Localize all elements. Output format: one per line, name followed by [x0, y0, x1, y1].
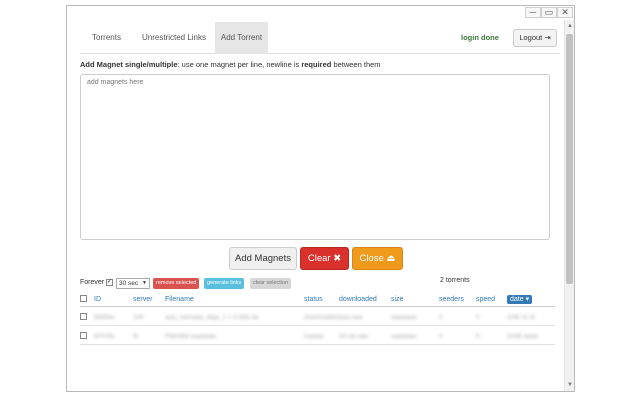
vertical-scrollbar[interactable]: ▲ ▼	[564, 20, 574, 391]
cell-downloaded: aaa aaa	[339, 314, 363, 321]
magnet-label-title: Add Magnet single/multiple	[80, 60, 178, 69]
magnet-instructions: Add Magnet single/multiple: use one magn…	[80, 60, 381, 69]
forever-checkbox[interactable]: ✓	[106, 279, 113, 286]
table-row[interactable]: lb7m5v lb Fbbnfdd aaaaaaa lnaaaa 4A aa a…	[80, 327, 555, 345]
cell-filename: aaa_namaaa_aiqa_1 1 6 bbb aa	[165, 314, 259, 321]
magnet-label-text: : use one magnet per line, newline is	[177, 60, 302, 69]
cell-speed: 0	[476, 333, 480, 340]
cell-id: lbfd0ec	[94, 314, 115, 321]
generate-links-button[interactable]: generate links	[204, 278, 245, 289]
scroll-down-icon[interactable]: ▼	[566, 381, 574, 389]
eject-icon: ⏏	[386, 253, 396, 264]
table-header: ID server Filename status downloaded siz…	[80, 291, 555, 307]
cell-seeders: 0	[439, 314, 443, 321]
tab-unrestricted-links[interactable]: Unrestricted Links	[133, 22, 215, 54]
cell-date: 1/48 11 lb	[507, 314, 536, 321]
cell-server: 140	[133, 314, 144, 321]
close-window-icon[interactable]: ✕	[557, 7, 573, 18]
col-filename[interactable]: Filename	[165, 296, 194, 303]
col-seeders[interactable]: seeders	[439, 296, 464, 303]
scrollbar-thumb[interactable]	[566, 34, 573, 284]
col-server[interactable]: server	[133, 296, 152, 303]
table-row[interactable]: lbfd0ec 140 aaa_namaaa_aiqa_1 1 6 bbb aa…	[80, 308, 555, 326]
clear-selection-button[interactable]: clear selection	[250, 278, 292, 289]
logout-icon: ⇥	[544, 33, 551, 42]
magnet-input[interactable]	[80, 74, 550, 240]
close-label: Close	[359, 253, 384, 264]
cell-status: downloaded	[304, 314, 340, 321]
col-id[interactable]: ID	[94, 296, 101, 303]
login-status: login done	[461, 33, 499, 42]
cell-server: lb	[133, 333, 139, 340]
torrent-count: 2 torrents	[440, 277, 470, 284]
x-icon: ✖	[333, 253, 342, 264]
cell-id: lb7m5v	[94, 333, 115, 340]
col-status[interactable]: status	[304, 296, 323, 303]
maximize-icon[interactable]: ▭	[541, 7, 557, 18]
clear-label: Clear	[307, 253, 331, 264]
col-date-label: date	[510, 296, 524, 303]
remove-selected-button[interactable]: remove selected	[153, 278, 200, 289]
magnet-label-suffix: between them	[331, 60, 381, 69]
title-bar: ─ ▭ ✕	[67, 6, 574, 20]
cell-size: aaaaaaa	[391, 333, 417, 340]
forever-label: Forever	[80, 279, 105, 286]
add-magnets-button[interactable]: Add Magnets	[229, 247, 297, 270]
logout-button[interactable]: Logout ⇥	[513, 29, 557, 47]
close-button[interactable]: Close ⏏	[352, 247, 403, 270]
interval-select[interactable]: 30 sec ▼	[116, 278, 150, 289]
minimize-icon[interactable]: ─	[525, 7, 541, 18]
interval-value: 30 sec	[119, 280, 139, 287]
browser-window: ─ ▭ ✕ ▲ ▼ Torrents Unrestricted Links Ad…	[66, 5, 575, 392]
logout-label: Logout	[519, 33, 543, 42]
col-downloaded[interactable]: downloaded	[339, 296, 377, 303]
top-nav: Torrents Unrestricted Links Add Torrent …	[80, 22, 560, 54]
cell-filename: Fbbnfdd aaaaaaa	[165, 333, 216, 340]
row-checkbox[interactable]	[80, 313, 87, 320]
select-all-checkbox[interactable]	[80, 295, 87, 302]
cell-downloaded: 4A aa aaa	[339, 333, 369, 340]
scroll-up-icon[interactable]: ▲	[566, 22, 574, 30]
cell-speed: 0	[476, 314, 480, 321]
clear-button[interactable]: Clear ✖	[300, 247, 349, 270]
add-magnets-label: Add Magnets	[235, 253, 291, 264]
cell-status: lnaaaa	[304, 333, 324, 340]
cell-size: aaaaaaa	[391, 314, 417, 321]
col-date[interactable]: date ▾	[507, 295, 533, 304]
row-checkbox[interactable]	[80, 332, 87, 339]
col-speed[interactable]: speed	[476, 296, 495, 303]
tab-torrents[interactable]: Torrents	[80, 22, 133, 54]
col-size[interactable]: size	[391, 296, 403, 303]
sort-desc-icon: ▾	[525, 296, 530, 303]
cell-seeders: 0	[439, 333, 443, 340]
cell-date: n048 aaaa	[507, 333, 538, 340]
magnet-label-required: required	[301, 60, 332, 69]
tab-add-torrent[interactable]: Add Torrent	[215, 22, 268, 54]
chevron-down-icon: ▼	[142, 280, 147, 286]
